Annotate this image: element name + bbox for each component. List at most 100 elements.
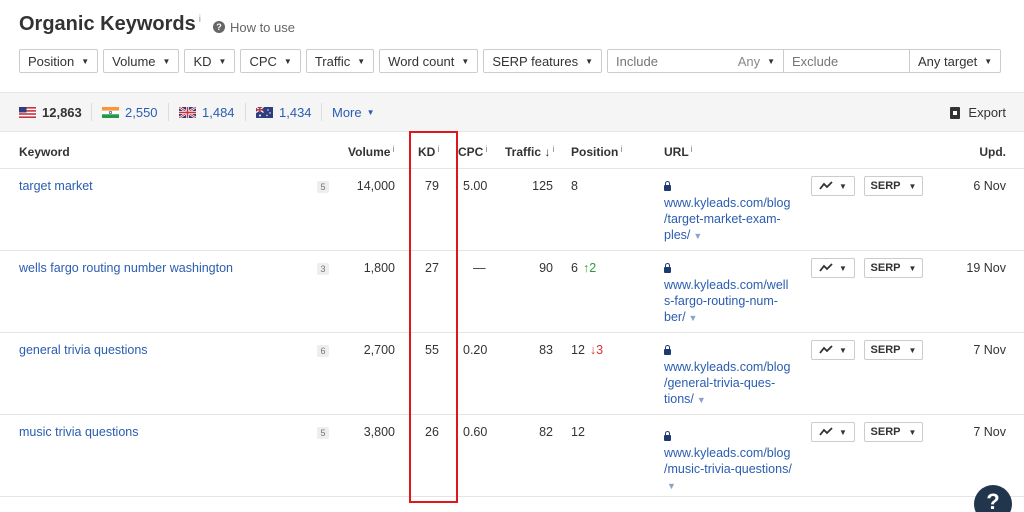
info-icon: i bbox=[552, 144, 555, 154]
column-position-label: Position bbox=[571, 145, 619, 159]
chart-button[interactable]: ▼ bbox=[811, 176, 855, 196]
country-au[interactable]: 1,434 bbox=[256, 105, 312, 120]
include-input[interactable] bbox=[608, 50, 721, 72]
country-us[interactable]: 12,863 bbox=[19, 105, 82, 120]
export-label: Export bbox=[968, 105, 1006, 120]
table-row: music trivia questions 5 3,800 26 0.60 8… bbox=[0, 415, 1024, 497]
keyword-link[interactable]: target market bbox=[19, 179, 93, 193]
chart-button[interactable]: ▼ bbox=[811, 422, 855, 442]
serp-features-filter-button[interactable]: SERP features ▼ bbox=[483, 49, 603, 73]
column-cpc[interactable]: CPC i bbox=[458, 144, 488, 159]
traffic-value: 83 bbox=[539, 343, 553, 357]
cpc-value: 0.20 bbox=[463, 343, 488, 357]
word-count-badge: 6 bbox=[317, 345, 329, 357]
country-in[interactable]: 2,550 bbox=[102, 105, 158, 120]
exclude-input[interactable] bbox=[784, 50, 910, 72]
column-updated-label: Upd. bbox=[979, 145, 1006, 159]
serp-button[interactable]: SERP ▼ bbox=[864, 258, 923, 278]
in-flag-icon bbox=[102, 107, 119, 118]
divider bbox=[321, 103, 322, 121]
url-link[interactable]: www.kyleads.com/blog /music-trivia-quest… bbox=[664, 429, 799, 494]
keyword-link[interactable]: general trivia questions bbox=[19, 343, 148, 357]
position-number: 12 bbox=[571, 343, 585, 357]
country-count: 2,550 bbox=[125, 105, 158, 120]
url-link[interactable]: www.kyleads.com/blog /general-trivia-que… bbox=[664, 343, 799, 408]
page-title: Organic Keywords bbox=[19, 13, 196, 35]
table-row: wells fargo routing number washington 3 … bbox=[0, 251, 1024, 333]
kd-filter-label: KD bbox=[193, 53, 212, 69]
any-dropdown[interactable]: Any ▼ bbox=[720, 50, 785, 72]
url-line: www.kyleads.com/blog bbox=[664, 196, 791, 210]
export-icon bbox=[950, 106, 961, 119]
traffic-value: 125 bbox=[532, 179, 553, 193]
column-volume[interactable]: Volume i bbox=[348, 144, 394, 159]
info-icon: i bbox=[485, 144, 488, 154]
chart-button[interactable]: ▼ bbox=[811, 340, 855, 360]
url-line: /general-trivia-ques- bbox=[664, 376, 776, 390]
column-kd[interactable]: KD i bbox=[418, 144, 439, 159]
column-traffic-label: Traffic bbox=[505, 145, 542, 159]
keyword-link[interactable]: music trivia questions bbox=[19, 425, 139, 439]
kd-value: 55 bbox=[425, 343, 439, 357]
kd-value: 27 bbox=[425, 261, 439, 275]
caret-down-icon: ▼ bbox=[461, 56, 470, 66]
caret-down-icon: ▼ bbox=[585, 56, 594, 66]
column-keyword[interactable]: Keyword bbox=[19, 145, 70, 159]
caret-down-icon: ▼ bbox=[839, 181, 847, 191]
url-line: www.kyleads.com/well bbox=[664, 278, 789, 292]
caret-down-icon: ▼ bbox=[908, 181, 917, 191]
url-line-last: tions/▼ bbox=[664, 392, 706, 406]
serp-button[interactable]: SERP ▼ bbox=[864, 340, 923, 360]
kd-value: 26 bbox=[425, 425, 439, 439]
export-button[interactable]: Export bbox=[950, 105, 1006, 120]
url-line: www.kyleads.com/blog bbox=[664, 360, 791, 374]
updated-value: 6 Nov bbox=[973, 179, 1006, 193]
chart-button[interactable]: ▼ bbox=[811, 258, 855, 278]
column-cpc-label: CPC bbox=[458, 145, 484, 159]
lock-icon bbox=[664, 263, 671, 273]
url-line-last: ples/▼ bbox=[664, 228, 702, 242]
serp-label: SERP bbox=[870, 180, 901, 192]
caret-down-icon: ▼ bbox=[283, 56, 292, 66]
header: Organic Keywords i ? How to use Position… bbox=[0, 0, 1024, 92]
kd-value: 79 bbox=[425, 179, 439, 193]
more-countries-button[interactable]: More ▼ bbox=[332, 105, 375, 120]
position-filter-button[interactable]: Position ▼ bbox=[19, 49, 99, 73]
question-icon: ? bbox=[212, 21, 225, 33]
column-kd-label: KD bbox=[418, 145, 436, 159]
keyword-link[interactable]: wells fargo routing number washington bbox=[19, 261, 233, 275]
serp-button[interactable]: SERP ▼ bbox=[864, 176, 923, 196]
country-bar: 12,863 2,550 1,484 1,434 More ▼ Export bbox=[0, 92, 1024, 132]
url-link[interactable]: www.kyleads.com/blog /target-market-exam… bbox=[664, 179, 799, 244]
column-traffic[interactable]: Traffic ↓ i bbox=[505, 144, 555, 159]
caret-down-icon[interactable]: ▼ bbox=[697, 395, 706, 405]
any-target-dropdown[interactable]: Any target ▼ bbox=[909, 50, 1000, 72]
volume-filter-button[interactable]: Volume ▼ bbox=[103, 49, 180, 73]
cpc-filter-button[interactable]: CPC ▼ bbox=[240, 49, 301, 73]
title-info-icon[interactable]: i bbox=[199, 14, 201, 25]
country-gb[interactable]: 1,484 bbox=[179, 105, 235, 120]
word-count-filter-button[interactable]: Word count ▼ bbox=[379, 49, 479, 73]
caret-down-icon[interactable]: ▼ bbox=[693, 231, 702, 241]
column-position[interactable]: Position i bbox=[571, 144, 622, 159]
traffic-filter-label: Traffic bbox=[314, 53, 351, 69]
serp-features-filter-label: SERP features bbox=[492, 53, 579, 69]
caret-down-icon: ▼ bbox=[839, 345, 847, 355]
word-count-badge: 3 bbox=[317, 263, 329, 275]
url-line: s-fargo-routing-num- bbox=[664, 294, 778, 308]
column-updated[interactable]: Upd. bbox=[979, 145, 1006, 159]
sort-desc-icon: ↓ bbox=[544, 145, 551, 159]
serp-button[interactable]: SERP ▼ bbox=[864, 422, 923, 442]
url-link[interactable]: www.kyleads.com/well s-fargo-routing-num… bbox=[664, 261, 799, 326]
column-url[interactable]: URL i bbox=[664, 144, 693, 159]
caret-down-icon: ▼ bbox=[366, 108, 375, 117]
divider bbox=[91, 103, 92, 121]
caret-down-icon[interactable]: ▼ bbox=[667, 481, 676, 491]
caret-down-icon[interactable]: ▼ bbox=[689, 313, 698, 323]
kd-filter-button[interactable]: KD ▼ bbox=[184, 49, 236, 73]
how-to-use-link[interactable]: ? How to use bbox=[212, 20, 295, 35]
cpc-value: 5.00 bbox=[463, 179, 488, 193]
info-icon: i bbox=[690, 144, 693, 154]
lock-icon bbox=[664, 431, 671, 441]
traffic-filter-button[interactable]: Traffic ▼ bbox=[305, 49, 375, 73]
